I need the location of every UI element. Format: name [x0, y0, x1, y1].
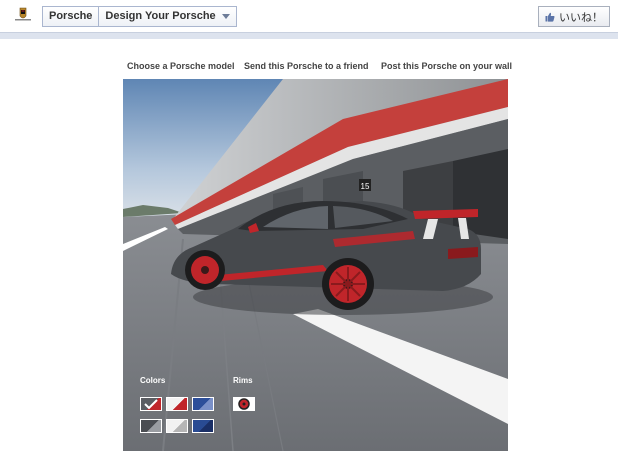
- thumbs-up-icon: [545, 12, 555, 22]
- like-button[interactable]: いいね！: [538, 6, 610, 27]
- page-tab-selector[interactable]: Porsche Design Your Porsche: [42, 6, 237, 27]
- choose-model-link[interactable]: Choose a Porsche model: [127, 61, 235, 71]
- color-swatch-blue[interactable]: [192, 397, 214, 411]
- app-window: Porsche Design Your Porsche いいね！ Choose …: [0, 0, 618, 463]
- color-swatch-dark-grey[interactable]: [140, 419, 162, 433]
- app-name-tab[interactable]: Design Your Porsche: [99, 7, 235, 26]
- colors-label: Colors: [140, 376, 166, 385]
- rim-swatch[interactable]: [233, 397, 255, 411]
- page-name-tab[interactable]: Porsche: [43, 7, 100, 26]
- rims-label: Rims: [233, 376, 253, 385]
- garage-number: 15: [361, 182, 370, 191]
- porsche-crest-icon: [15, 7, 31, 21]
- app-nav: Choose a Porsche model Send this Porsche…: [0, 61, 618, 75]
- app-name-label: Design Your Porsche: [105, 10, 216, 22]
- like-label: いいね！: [559, 10, 603, 24]
- header-divider: [0, 32, 618, 39]
- car-configurator-stage: 15 Colors Rims: [123, 79, 508, 451]
- rim-icon: [238, 398, 250, 410]
- color-swatch-blue-dark[interactable]: [192, 419, 214, 433]
- color-swatch-white-silver[interactable]: [166, 419, 188, 433]
- chevron-down-icon[interactable]: [221, 14, 230, 19]
- color-swatch-grey-red[interactable]: [140, 397, 162, 411]
- checkmark-icon: [144, 399, 158, 410]
- car-scene-image: 15: [123, 79, 508, 451]
- facebook-header: Porsche Design Your Porsche いいね！: [0, 0, 618, 33]
- color-swatch-white-red[interactable]: [166, 397, 188, 411]
- send-friend-link[interactable]: Send this Porsche to a friend: [244, 61, 369, 71]
- post-wall-link[interactable]: Post this Porsche on your wall: [381, 61, 512, 71]
